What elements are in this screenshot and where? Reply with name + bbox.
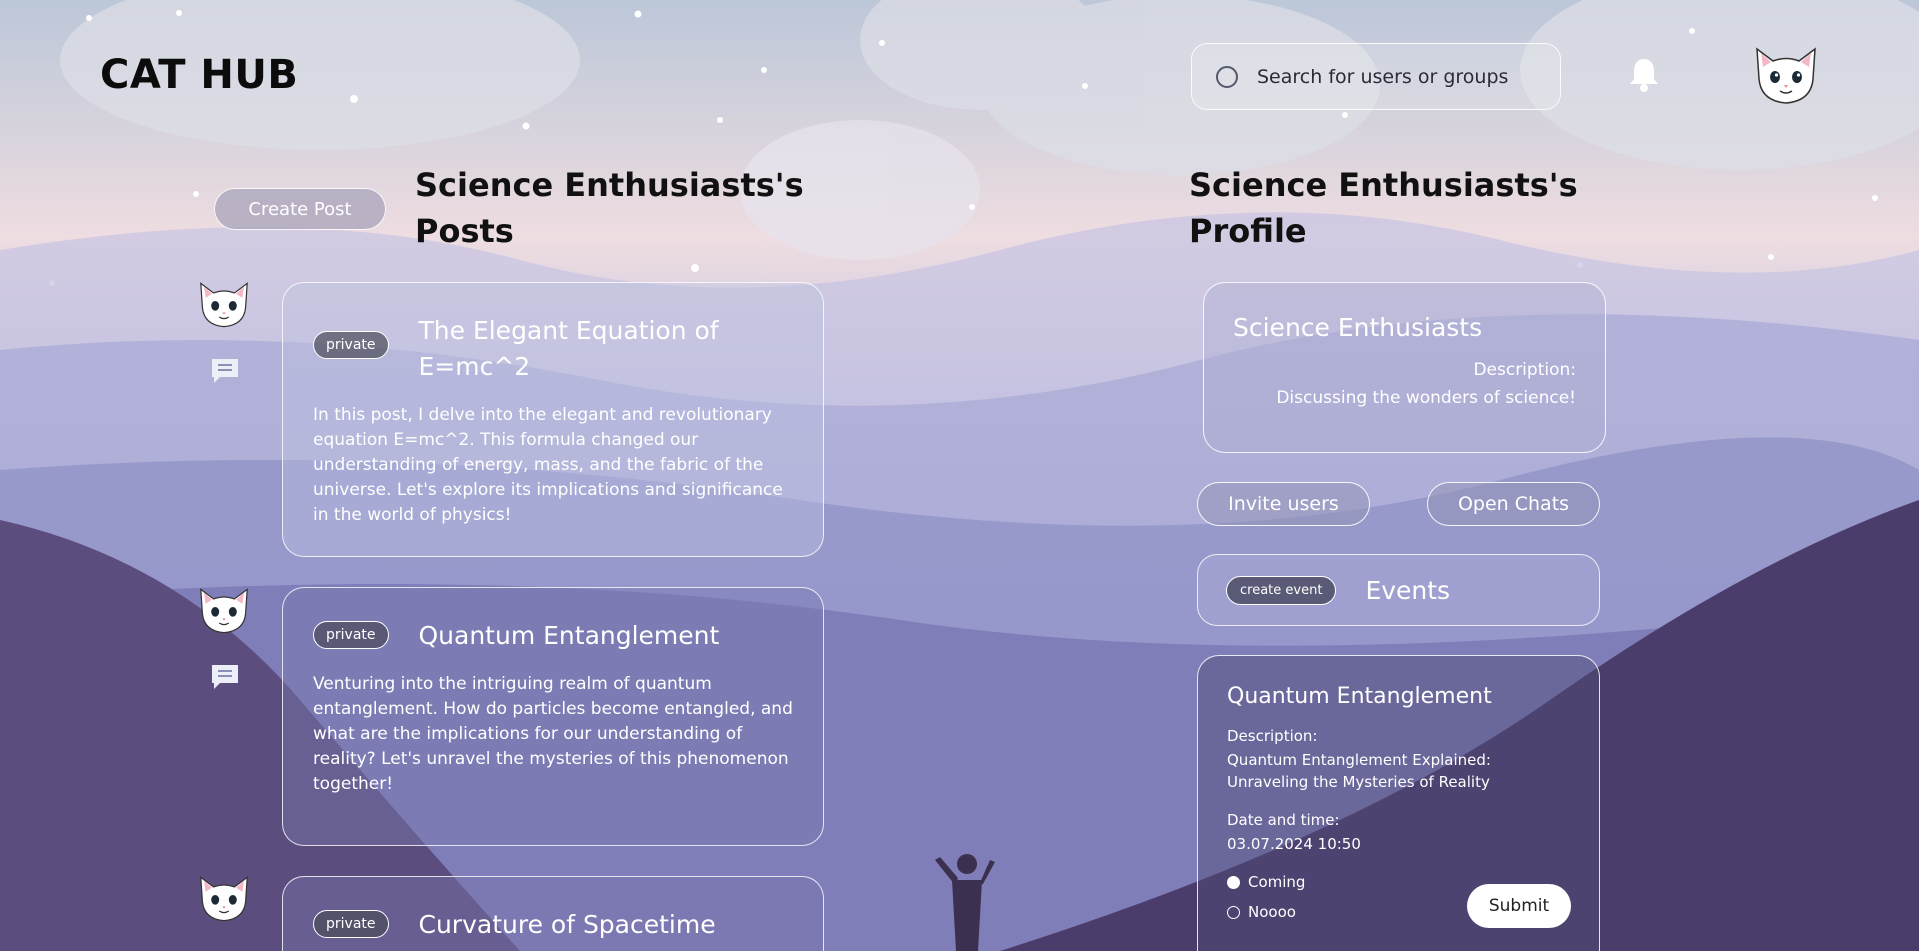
radio-button[interactable] — [1227, 905, 1240, 919]
post-card[interactable]: private The Elegant Equation of E=mc^2 I… — [282, 282, 824, 557]
event-description: Quantum Entanglement Explained: Unraveli… — [1227, 751, 1491, 791]
group-info-card: Science Enthusiasts Description: Discuss… — [1203, 282, 1606, 453]
events-title: Events — [1365, 575, 1451, 605]
radio-label: Coming — [1248, 873, 1306, 891]
app-logo[interactable]: CAT HUB — [100, 52, 298, 98]
profile-section-title: Science Enthusiasts's Profile — [1189, 166, 1578, 250]
posts-section-title: Science Enthusiasts's Posts — [415, 166, 804, 250]
post-card[interactable]: private Quantum Entanglement Venturing i… — [282, 587, 824, 846]
event-description-label: Description: — [1227, 727, 1318, 745]
description-label: Description: — [1473, 360, 1576, 380]
bell-icon[interactable] — [1628, 57, 1660, 93]
event-datetime-label: Date and time: — [1227, 811, 1340, 829]
group-description: Discussing the wonders of science! — [1276, 388, 1576, 408]
post-title[interactable]: Quantum Entanglement — [419, 618, 720, 654]
radio-button[interactable] — [1227, 875, 1240, 889]
create-event-button[interactable]: create event — [1226, 575, 1337, 605]
comment-icon[interactable] — [210, 357, 240, 385]
post-author-avatar-icon[interactable] — [196, 586, 252, 636]
visibility-badge: private — [313, 331, 389, 359]
events-header: create event Events — [1197, 554, 1600, 626]
post-title[interactable]: The Elegant Equation of E=mc^2 — [419, 313, 794, 385]
post-author-avatar-icon[interactable] — [196, 280, 252, 330]
post-body: In this post, I delve into the elegant a… — [313, 405, 783, 525]
event-title: Quantum Entanglement — [1227, 684, 1492, 709]
post-card[interactable]: private Curvature of Spacetime — [282, 876, 824, 951]
visibility-badge: private — [313, 910, 389, 938]
post-title[interactable]: Curvature of Spacetime — [419, 907, 716, 943]
comment-icon[interactable] — [210, 663, 240, 691]
create-post-button[interactable]: Create Post — [214, 188, 386, 230]
post-body: Venturing into the intriguing realm of q… — [313, 674, 793, 794]
radio-label: Noooo — [1248, 903, 1296, 921]
cat-avatar-icon[interactable] — [1751, 45, 1821, 107]
group-name: Science Enthusiasts — [1233, 313, 1483, 342]
open-chats-button[interactable]: Open Chats — [1427, 482, 1600, 526]
event-card: Quantum Entanglement Description: Quantu… — [1197, 655, 1600, 951]
invite-users-button[interactable]: Invite users — [1197, 482, 1370, 526]
search-input[interactable]: Search for users or groups — [1257, 66, 1508, 88]
event-datetime: 03.07.2024 10:50 — [1227, 835, 1361, 853]
post-author-avatar-icon[interactable] — [196, 874, 252, 924]
search-bar[interactable]: Search for users or groups — [1191, 43, 1561, 110]
search-icon — [1216, 65, 1238, 88]
submit-button[interactable]: Submit — [1467, 884, 1571, 928]
visibility-badge: private — [313, 621, 389, 649]
